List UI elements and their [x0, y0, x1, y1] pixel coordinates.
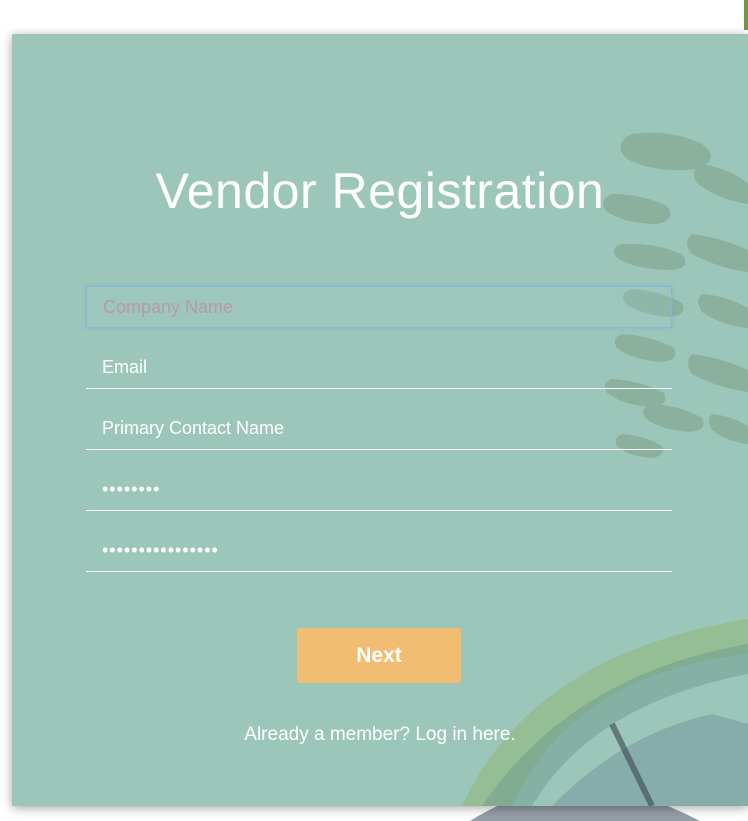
page: Vendor Registration Next Already a membe… — [0, 0, 748, 821]
confirm-password-input[interactable] — [86, 530, 672, 572]
next-button[interactable]: Next — [297, 628, 461, 683]
login-link[interactable]: Already a member? Log in here. — [12, 724, 748, 746]
email-input[interactable] — [86, 347, 672, 389]
primary-contact-name-input[interactable] — [86, 408, 672, 450]
registration-card: Vendor Registration Next Already a membe… — [12, 34, 748, 806]
page-title: Vendor Registration — [155, 163, 605, 219]
company-name-input[interactable] — [86, 286, 672, 328]
password-input[interactable] — [86, 469, 672, 511]
